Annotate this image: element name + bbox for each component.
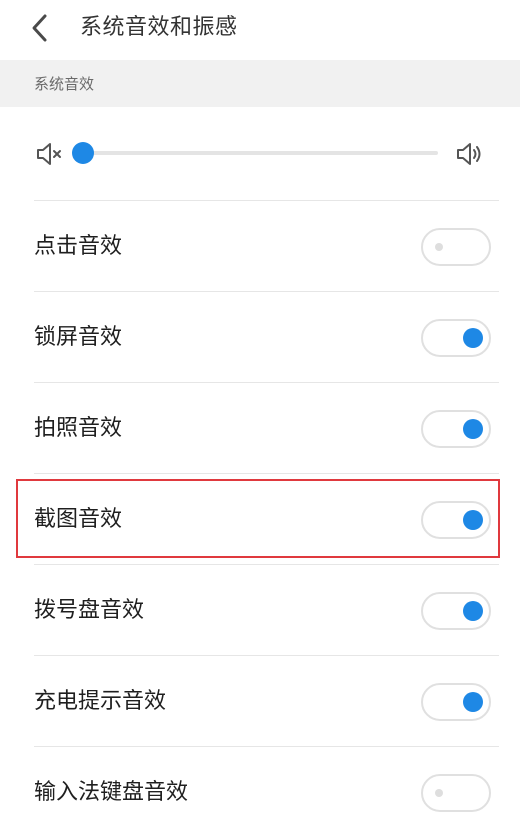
setting-row-dialpad-sound[interactable]: 拨号盘音效 [0,565,520,656]
toggle-knob [463,692,483,712]
section-title: 系统音效 [34,75,95,93]
toggle-knob [463,601,483,621]
setting-label: 锁屏音效 [34,325,123,350]
setting-label: 输入法键盘音效 [34,780,189,805]
volume-slider-thumb[interactable] [72,142,94,164]
setting-row-keyboard-sound[interactable]: 输入法键盘音效 [0,747,520,838]
header-bar: 系统音效和振感 [0,0,520,58]
toggle-knob [463,328,483,348]
screenshot-sound-toggle[interactable] [421,501,491,539]
setting-row-lock-screen-sound[interactable]: 锁屏音效 [0,292,520,383]
toggle-knob [463,510,483,530]
setting-label: 点击音效 [34,234,123,259]
setting-label: 拍照音效 [34,416,123,441]
dialpad-sound-toggle[interactable] [421,592,491,630]
lock-screen-sound-toggle[interactable] [421,319,491,357]
setting-row-camera-sound[interactable]: 拍照音效 [0,383,520,474]
volume-mute-icon [37,143,61,165]
chevron-left-icon [32,14,47,42]
toggle-knob [435,243,443,251]
page-title: 系统音效和振感 [80,15,238,40]
back-button[interactable] [24,11,58,45]
setting-row-screenshot-sound[interactable]: 截图音效 [0,474,520,565]
setting-label: 拨号盘音效 [34,598,145,623]
click-sound-toggle[interactable] [421,228,491,266]
keyboard-sound-toggle[interactable] [421,774,491,812]
volume-row [0,107,520,200]
setting-label: 截图音效 [34,507,123,532]
camera-sound-toggle[interactable] [421,410,491,448]
setting-row-charging-sound[interactable]: 充电提示音效 [0,656,520,747]
section-header: 系统音效 [0,60,520,107]
volume-slider-track [83,151,438,155]
volume-up-icon [457,143,481,165]
toggle-knob [435,789,443,797]
volume-slider[interactable] [72,142,438,164]
toggle-knob [463,419,483,439]
setting-row-click-sound[interactable]: 点击音效 [0,201,520,292]
charging-sound-toggle[interactable] [421,683,491,721]
setting-label: 充电提示音效 [34,689,167,714]
